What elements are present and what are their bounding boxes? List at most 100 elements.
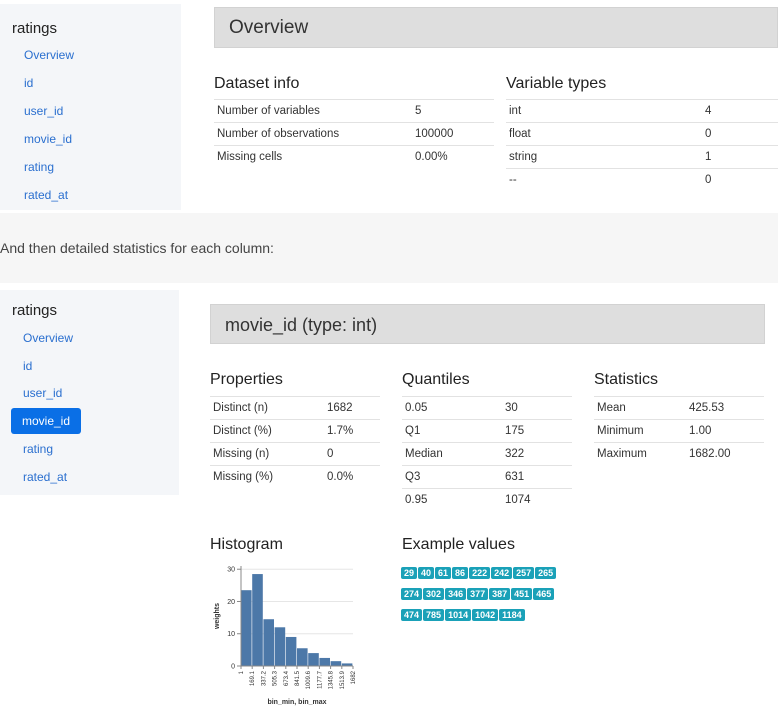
table-cell-label: Distinct (%) xyxy=(210,419,324,443)
example-value-chip: 346 xyxy=(445,588,467,600)
example-value-chip: 1014 xyxy=(445,609,472,621)
histogram-bar xyxy=(297,648,308,666)
table-cell-value: 1.7% xyxy=(324,419,380,443)
histogram-bar xyxy=(285,636,297,666)
example-values-heading: Example values xyxy=(402,536,515,553)
example-value-chip: 274 xyxy=(401,588,423,600)
example-value-chip: 1042 xyxy=(472,609,499,621)
example-value-chip: 465 xyxy=(533,588,555,600)
sidebar-item-rating[interactable]: rating xyxy=(24,160,54,174)
example-value-chip: 242 xyxy=(491,567,513,579)
table-row: Missing (n) 0 xyxy=(210,442,380,466)
table-cell-value: 0 xyxy=(702,168,778,192)
y-tick-label: 30 xyxy=(227,567,235,574)
sidebar-item-id[interactable]: id xyxy=(24,76,33,90)
table-row: float 0 xyxy=(506,122,778,146)
table-cell-label: Missing (%) xyxy=(210,465,324,489)
overview-banner: Overview xyxy=(214,7,778,48)
table-cell-value: 1.00 xyxy=(686,419,764,443)
sidebar-title: ratings xyxy=(12,20,58,37)
sidebar-title: ratings xyxy=(12,302,58,319)
table-cell-label: Q1 xyxy=(402,419,502,443)
sidebar-item-overview[interactable]: Overview xyxy=(24,48,74,62)
table-cell-label: Distinct (n) xyxy=(210,396,324,420)
y-tick-label: 10 xyxy=(227,631,235,638)
histogram-heading: Histogram xyxy=(210,536,283,553)
histogram-bar xyxy=(274,627,286,666)
dataset-info-table: Number of variables 5 Number of observat… xyxy=(214,99,494,169)
table-cell-value: 0 xyxy=(324,442,380,466)
table-cell-value: 1682.00 xyxy=(686,442,764,466)
table-cell-label: -- xyxy=(506,168,702,192)
table-cell-label: Minimum xyxy=(594,419,686,443)
table-row: 0.05 30 xyxy=(402,396,572,420)
example-value-chip: 265 xyxy=(535,567,557,579)
properties-table: Distinct (n) 1682 Distinct (%) 1.7% Miss… xyxy=(210,396,380,489)
table-row: Median 322 xyxy=(402,442,572,466)
table-row: Number of observations 100000 xyxy=(214,122,494,146)
table-row: Missing (%) 0.0% xyxy=(210,465,380,489)
example-value-chip: 451 xyxy=(511,588,533,600)
table-cell-value: 425.53 xyxy=(686,396,764,420)
sidebar-item-overview[interactable]: Overview xyxy=(23,331,73,345)
table-row: Maximum 1682.00 xyxy=(594,442,764,466)
x-tick-label: 1009.6 xyxy=(306,670,312,689)
x-tick-label: 1177.7 xyxy=(317,670,323,689)
caption-text: And then detailed statistics for each co… xyxy=(0,240,274,256)
x-tick-label: 169.1 xyxy=(250,670,256,686)
sidebar-item-user-id[interactable]: user_id xyxy=(24,104,63,118)
table-cell-label: string xyxy=(506,145,702,169)
x-tick-label: 673.4 xyxy=(284,670,290,686)
table-row: Distinct (%) 1.7% xyxy=(210,419,380,443)
x-tick-label: 337.2 xyxy=(261,670,267,686)
histogram-bar xyxy=(263,619,274,666)
table-cell-label: Number of variables xyxy=(214,99,412,123)
sidebar-item-rated-at[interactable]: rated_at xyxy=(24,188,68,202)
example-value-chip: 40 xyxy=(418,567,435,579)
example-value-chip: 474 xyxy=(401,609,423,621)
example-value-chip: 785 xyxy=(423,609,445,621)
table-cell-value: 0.00% xyxy=(412,145,494,169)
table-row: Number of variables 5 xyxy=(214,99,494,123)
table-cell-label: Missing cells xyxy=(214,145,412,169)
x-tick-label: 1682 xyxy=(351,670,357,684)
sidebar-item-user-id[interactable]: user_id xyxy=(23,386,62,400)
example-value-chip: 1184 xyxy=(499,609,525,621)
column-title: movie_id (type: int) xyxy=(225,315,378,335)
properties-heading: Properties xyxy=(210,371,283,388)
example-value-chip: 302 xyxy=(423,588,445,600)
table-row: -- 0 xyxy=(506,168,778,192)
histogram-bar xyxy=(308,653,319,666)
sidebar-item-id[interactable]: id xyxy=(23,359,32,373)
table-cell-value: 4 xyxy=(702,99,778,123)
table-cell-label: int xyxy=(506,99,702,123)
overview-sidebar: ratings Overview id user_id movie_id rat… xyxy=(0,4,181,210)
column-banner: movie_id (type: int) xyxy=(210,304,765,344)
sidebar-item-movie-id[interactable]: movie_id xyxy=(11,408,82,434)
histogram-bar xyxy=(330,661,342,666)
table-row: string 1 xyxy=(506,145,778,169)
table-cell-label: float xyxy=(506,122,702,146)
example-value-chip: 29 xyxy=(401,567,418,579)
example-value-chip: 222 xyxy=(469,567,491,579)
table-cell-label: Median xyxy=(402,442,502,466)
table-cell-label: Missing (n) xyxy=(210,442,324,466)
example-values-list: 29 40 61 86 222 242 257 265 274 302 346 377 387 451 46… xyxy=(401,563,571,626)
sidebar-item-rated-at[interactable]: rated_at xyxy=(23,470,67,484)
table-cell-label: Q3 xyxy=(402,465,502,489)
table-row: 0.95 1074 xyxy=(402,488,572,512)
sidebar-item-movie-id[interactable]: movie_id xyxy=(24,132,72,146)
example-value-chip: 377 xyxy=(467,588,489,600)
variable-types-table: int 4 float 0 string 1 -- 0 xyxy=(506,99,778,192)
table-row: Mean 425.53 xyxy=(594,396,764,420)
table-cell-value: 175 xyxy=(502,419,572,443)
x-axis-title: bin_min, bin_max xyxy=(267,699,326,706)
table-cell-value: 100000 xyxy=(412,122,494,146)
histogram-bar xyxy=(241,590,252,666)
sidebar-item-rating[interactable]: rating xyxy=(23,442,53,456)
table-cell-value: 1 xyxy=(702,145,778,169)
quantiles-heading: Quantiles xyxy=(402,371,470,388)
y-tick-label: 20 xyxy=(227,599,235,606)
table-row: Distinct (n) 1682 xyxy=(210,396,380,420)
table-cell-value: 1682 xyxy=(324,396,380,420)
